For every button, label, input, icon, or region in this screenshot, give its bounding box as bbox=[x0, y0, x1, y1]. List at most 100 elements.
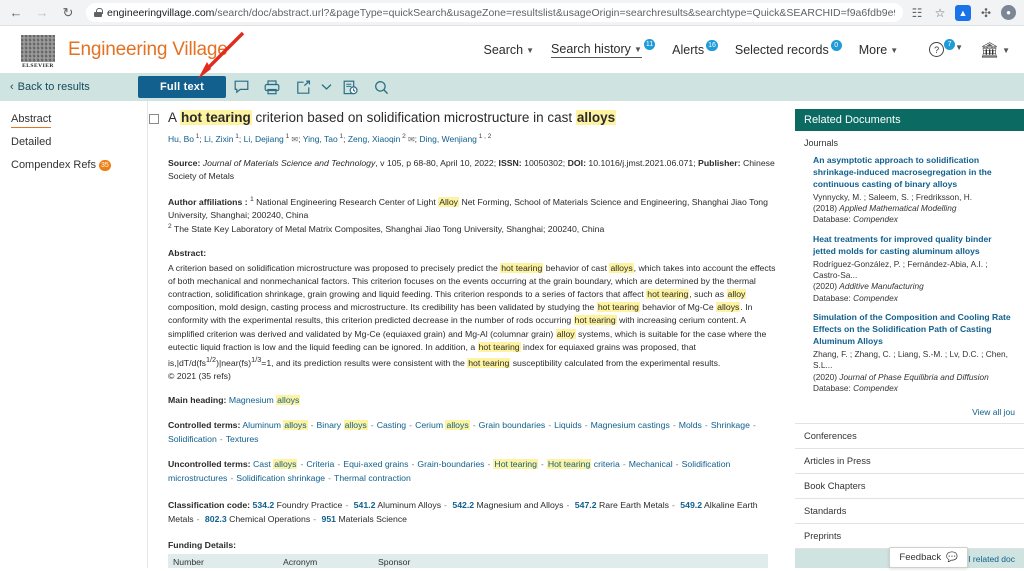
term-link[interactable]: Equi-axed grains bbox=[343, 459, 408, 469]
funding-header-row: Number Acronym Sponsor bbox=[168, 553, 768, 568]
bookmark-star-icon[interactable]: ☆ bbox=[932, 5, 948, 21]
back-arrow-icon[interactable]: ← bbox=[6, 3, 26, 23]
nav-alerts[interactable]: Alerts 16 bbox=[672, 39, 718, 57]
translate-icon[interactable]: ☷ bbox=[909, 5, 925, 21]
term-link[interactable]: Casting bbox=[377, 420, 406, 430]
term-link[interactable]: Hot tearing criteria bbox=[546, 459, 620, 470]
nav-selected-records[interactable]: Selected records 0 bbox=[735, 39, 842, 57]
term-link[interactable]: Cast alloys bbox=[253, 459, 298, 470]
related-document-database: Database: Compendex bbox=[813, 383, 898, 394]
term-link[interactable]: Molds bbox=[679, 420, 702, 430]
chevron-down-icon: ▼ bbox=[633, 45, 642, 54]
classification-code[interactable]: 547.2 bbox=[572, 500, 597, 510]
print-icon[interactable] bbox=[257, 75, 288, 99]
related-document-title[interactable]: Heat treatments for improved quality bin… bbox=[813, 234, 1015, 258]
feedback-button[interactable]: Feedback 💬 bbox=[889, 547, 968, 568]
extensions-puzzle-icon[interactable]: ✣ bbox=[978, 5, 994, 21]
extension-blue-icon[interactable]: ▲ bbox=[955, 4, 971, 21]
author-name[interactable]: Zeng, Xiaoqin bbox=[348, 134, 400, 144]
help-menu[interactable]: ? 7 ▼ bbox=[929, 39, 963, 57]
nav-search-history-label: Search history bbox=[551, 41, 631, 56]
term-link[interactable]: Solidification shrinkage bbox=[236, 473, 325, 483]
right-sidebar: Related Documents Journals An asymptotic… bbox=[795, 101, 1024, 568]
classification-code[interactable]: 951 bbox=[319, 514, 337, 524]
institution-menu[interactable]: 🏛 ▼ bbox=[980, 41, 1010, 59]
view-all-journals-link[interactable]: View all jou bbox=[795, 403, 1024, 424]
author-name[interactable]: Li, Dejiang bbox=[244, 134, 284, 144]
term-link[interactable]: Aluminum alloys bbox=[242, 420, 308, 431]
site-header: ELSEVIER Engineering Village Search ▼ Sea… bbox=[0, 26, 1024, 73]
classification-code[interactable]: 542.2 bbox=[450, 500, 474, 510]
term-link[interactable]: Liquids bbox=[554, 420, 582, 430]
classification-label: Classification code: bbox=[168, 500, 251, 510]
address-bar[interactable]: engineeringvillage.com/search/doc/abstra… bbox=[86, 3, 903, 22]
classification-code[interactable]: 541.2 bbox=[351, 500, 376, 510]
profile-avatar-icon[interactable]: ● bbox=[1001, 5, 1016, 20]
term-link[interactable]: Shrinkage bbox=[711, 420, 750, 430]
related-items-list: An asymptotic approach to solidification… bbox=[804, 155, 1015, 395]
comment-icon[interactable] bbox=[226, 75, 257, 99]
feedback-label: Feedback bbox=[899, 552, 942, 563]
email-icon[interactable]: ✉ bbox=[406, 135, 415, 144]
export-icon[interactable] bbox=[288, 75, 319, 99]
email-icon[interactable]: ✉ bbox=[289, 135, 298, 144]
classification-code[interactable]: 802.3 bbox=[203, 514, 227, 524]
related-document-title[interactable]: An asymptotic approach to solidification… bbox=[813, 155, 1015, 191]
url-path: /search/doc/abstract.url?&pageType=quick… bbox=[214, 6, 895, 19]
author-name[interactable]: Hu, Bo bbox=[168, 134, 194, 144]
term-link[interactable]: Thermal contraction bbox=[334, 473, 411, 483]
related-document-source: (2020) Journal of Phase Equilibria and D… bbox=[813, 371, 989, 382]
related-category-row[interactable]: Book Chapters bbox=[795, 474, 1024, 499]
nav-search[interactable]: Search ▼ bbox=[484, 43, 535, 57]
related-category-row[interactable]: Conferences bbox=[795, 424, 1024, 449]
rail-item-detailed[interactable]: Detailed bbox=[11, 136, 147, 159]
related-document-item: An asymptotic approach to solidification… bbox=[813, 155, 1015, 226]
term-link[interactable]: Cerium alloys bbox=[415, 420, 470, 431]
elsevier-wordmark: ELSEVIER bbox=[22, 62, 54, 69]
nav-more[interactable]: More ▼ bbox=[859, 43, 898, 57]
classification-code[interactable]: 549.2 bbox=[678, 500, 702, 510]
rail-item-abstract[interactable]: Abstract bbox=[11, 113, 147, 136]
related-document-authors: Rodríguez-González, P. ; Fernández-Abia,… bbox=[813, 258, 988, 281]
full-text-button[interactable]: Full text bbox=[138, 76, 226, 98]
term-link[interactable]: Grain boundaries bbox=[479, 420, 546, 430]
author-name[interactable]: Ding, Wenjiang bbox=[419, 134, 477, 144]
author-name[interactable]: Li, Zixin bbox=[204, 134, 233, 144]
select-record-checkbox[interactable] bbox=[149, 114, 159, 124]
save-to-list-icon[interactable] bbox=[335, 75, 366, 99]
rail-item-compendex-refs-label: Compendex Refs bbox=[11, 159, 96, 171]
term-link[interactable]: Criteria bbox=[306, 459, 334, 469]
rail-item-compendex-refs[interactable]: Compendex Refs 35 bbox=[11, 159, 147, 183]
related-document-database: Database: Compendex bbox=[813, 292, 898, 303]
brand-title: Engineering Village bbox=[68, 38, 228, 60]
term-link[interactable]: Textures bbox=[226, 434, 259, 444]
related-category-row[interactable]: Articles in Press bbox=[795, 449, 1024, 474]
chevron-down-icon[interactable] bbox=[319, 75, 335, 99]
classification-code[interactable]: 534.2 bbox=[253, 500, 275, 510]
related-document-title[interactable]: Simulation of the Composition and Coolin… bbox=[813, 312, 1015, 348]
related-category-row[interactable]: Standards bbox=[795, 499, 1024, 524]
uncontrolled-terms-row: Uncontrolled terms: Cast alloys - Criteria… bbox=[168, 458, 781, 486]
reload-icon[interactable]: ↻ bbox=[58, 3, 78, 23]
forward-arrow-icon[interactable]: → bbox=[32, 3, 52, 23]
term-link[interactable]: Mechanical bbox=[629, 459, 673, 469]
term-link[interactable]: Binary alloys bbox=[317, 420, 368, 431]
main-heading-link[interactable]: Magnesium alloys bbox=[229, 395, 301, 406]
author-name[interactable]: Ying, Tao bbox=[303, 134, 338, 144]
nav-search-history[interactable]: Search history ▼ 11 bbox=[551, 38, 656, 58]
classification-code-row: Classification code: 534.2 Foundry Pract… bbox=[168, 499, 781, 527]
funding-details-label: Funding Details: bbox=[168, 539, 237, 550]
term-link[interactable]: Solidification bbox=[168, 434, 217, 444]
classification-name: Rare Earth Metals bbox=[596, 500, 669, 510]
chevron-left-icon: ‹ bbox=[10, 81, 14, 93]
related-category-row[interactable]: Preprints bbox=[795, 524, 1024, 549]
copyright-line: © 2021 (35 refs) bbox=[168, 371, 231, 382]
nav-selected-records-badge: 0 bbox=[830, 39, 842, 51]
term-link[interactable]: Magnesium castings bbox=[591, 420, 670, 430]
affiliation-marker-2: 2 bbox=[168, 223, 172, 231]
term-link[interactable]: Grain-boundaries bbox=[417, 459, 484, 469]
brand-logo[interactable]: ELSEVIER Engineering Village bbox=[18, 31, 228, 69]
term-link[interactable]: Hot tearing bbox=[493, 459, 538, 470]
back-to-results-link[interactable]: ‹ Back to results bbox=[10, 81, 138, 93]
search-icon[interactable] bbox=[366, 75, 397, 99]
